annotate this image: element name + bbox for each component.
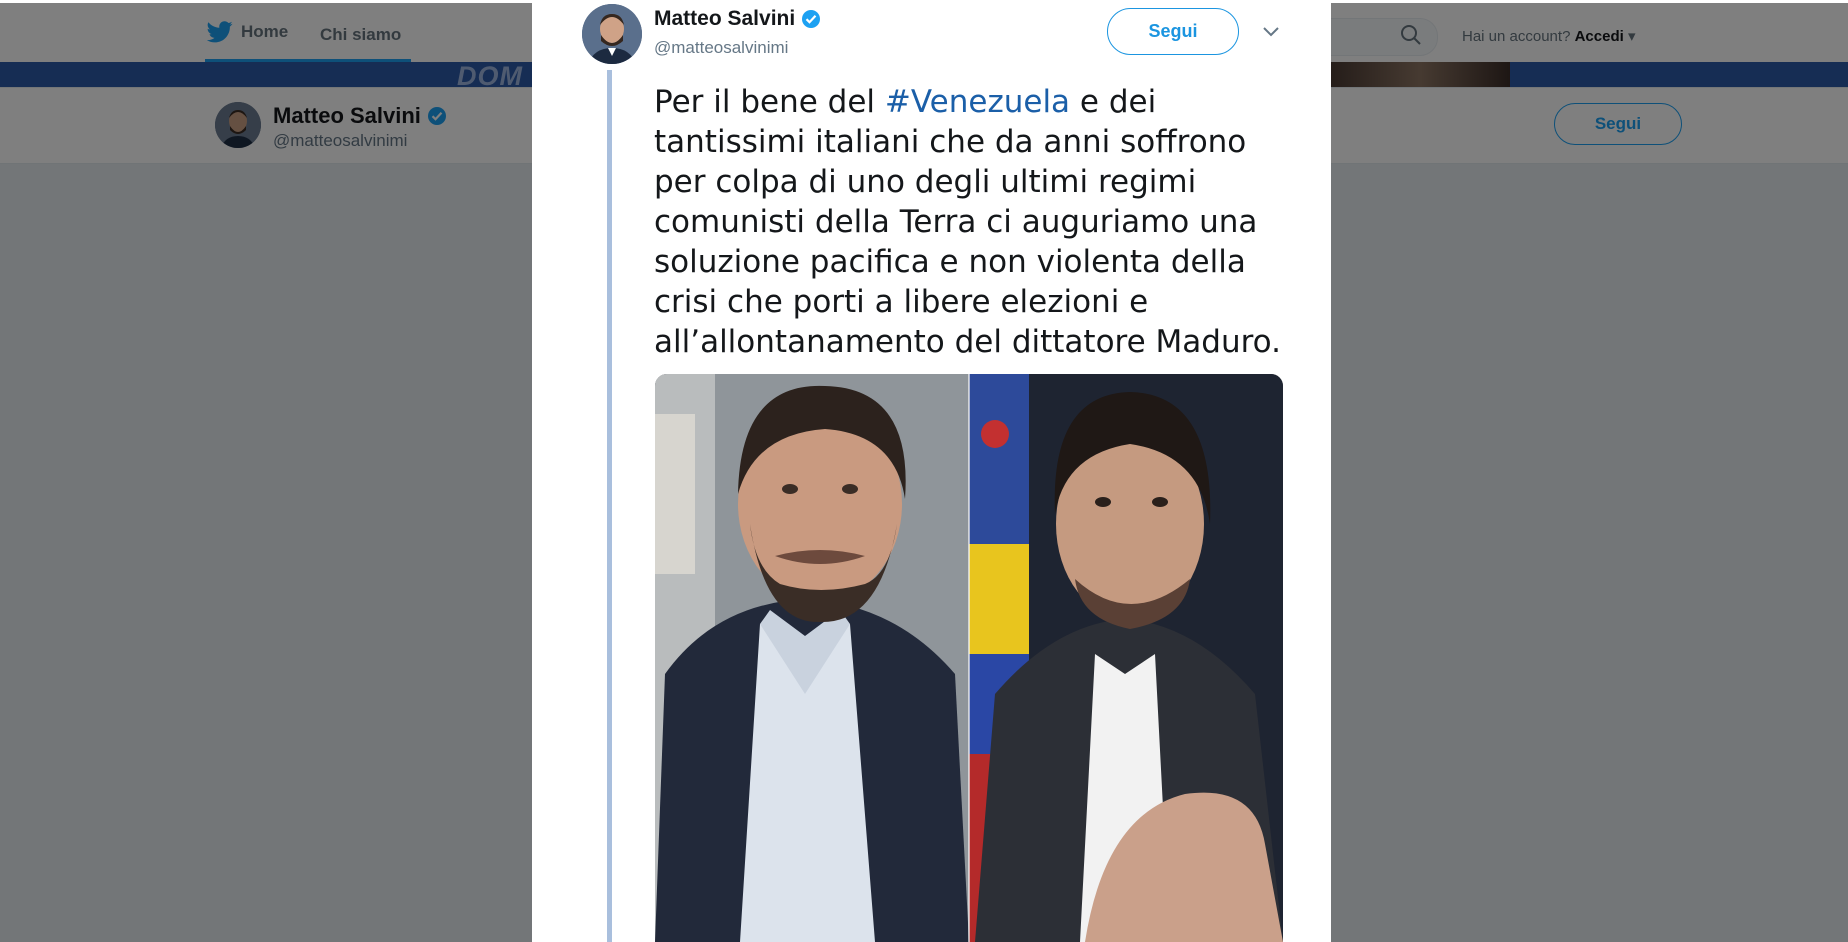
hashtag-link[interactable]: #Venezuela: [885, 84, 1070, 120]
author-handle[interactable]: @matteosalvinimi: [654, 38, 788, 58]
tweet-photo[interactable]: [655, 374, 1283, 942]
tweet-text-rest: e dei tantissimi italiani che da anni so…: [654, 84, 1281, 360]
author-name[interactable]: Matteo Salvini: [654, 7, 821, 31]
tweet-text: Per il bene del #Venezuela e dei tantiss…: [654, 82, 1294, 362]
author-avatar[interactable]: [582, 4, 642, 64]
chevron-down-icon[interactable]: [1262, 26, 1280, 38]
verified-badge-icon: [802, 10, 821, 28]
author-name-label: Matteo Salvini: [654, 7, 796, 30]
tweet-text-start: Per il bene del: [654, 84, 885, 120]
thread-line: [607, 70, 612, 942]
follow-button[interactable]: Segui: [1107, 8, 1239, 55]
